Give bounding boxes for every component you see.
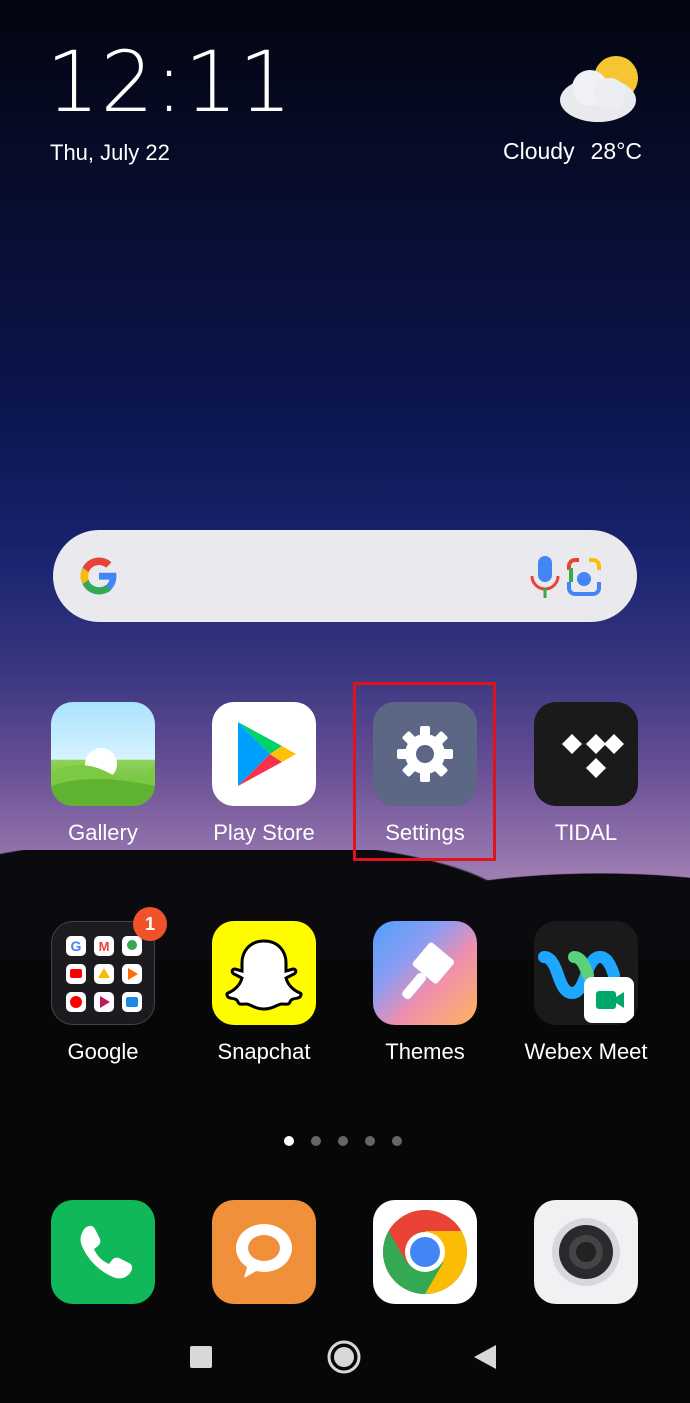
svg-text:G: G <box>71 938 82 954</box>
google-lens-icon[interactable] <box>561 554 607 600</box>
dock-messages[interactable] <box>194 1200 334 1304</box>
partly-cloudy-icon[interactable] <box>558 54 644 124</box>
home-button[interactable] <box>327 1340 361 1374</box>
app-label: Themes <box>385 1039 465 1064</box>
recents-button[interactable] <box>190 1346 212 1368</box>
app-play-store[interactable]: Play Store <box>194 702 334 846</box>
clock-time[interactable]: 12:11 <box>46 40 293 124</box>
app-label: Snapchat <box>217 1039 311 1064</box>
page-dot <box>392 1136 402 1146</box>
clock-date[interactable]: Thu, July 22 <box>50 140 170 166</box>
page-dot <box>311 1136 321 1146</box>
app-tidal[interactable]: TIDAL <box>516 702 656 846</box>
app-google-folder[interactable]: G M Google <box>33 921 173 1065</box>
messages-icon <box>212 1200 316 1304</box>
dock-camera[interactable] <box>516 1200 656 1304</box>
notification-badge: 1 <box>133 907 167 941</box>
google-g-icon <box>80 557 117 595</box>
camera-icon <box>534 1200 638 1304</box>
dock-chrome[interactable] <box>355 1200 495 1304</box>
settings-highlight-box <box>353 682 496 861</box>
app-label: Play Store <box>213 820 315 845</box>
play-store-icon <box>212 702 316 806</box>
app-webex-meet[interactable]: Webex Meet <box>516 921 656 1065</box>
weather-condition: Cloudy <box>503 138 575 164</box>
weather-temperature: 28°C <box>590 138 642 164</box>
page-dot <box>338 1136 348 1146</box>
page-dot <box>365 1136 375 1146</box>
app-gallery[interactable]: Gallery <box>33 702 173 846</box>
app-label: TIDAL <box>554 820 618 845</box>
app-label: Gallery <box>68 820 138 845</box>
chrome-icon <box>373 1200 477 1304</box>
app-label: Webex Meet <box>524 1039 648 1064</box>
navigation-bar <box>190 1340 496 1374</box>
tidal-icon <box>534 702 638 806</box>
app-label: Google <box>67 1039 139 1064</box>
microphone-icon[interactable] <box>527 554 563 600</box>
phone-icon <box>51 1200 155 1304</box>
back-button[interactable] <box>474 1345 496 1369</box>
dock-phone[interactable] <box>33 1200 173 1304</box>
webex-meet-icon <box>534 921 638 1025</box>
svg-text:M: M <box>99 939 110 954</box>
page-dot-active <box>284 1136 294 1146</box>
google-search-bar[interactable] <box>53 530 637 622</box>
app-themes[interactable]: Themes <box>355 921 495 1065</box>
app-snapchat[interactable]: Snapchat <box>194 921 334 1065</box>
snapchat-icon <box>212 921 316 1025</box>
gallery-icon <box>51 702 155 806</box>
page-indicator[interactable] <box>284 1136 402 1146</box>
weather-widget[interactable]: Cloudy 28°C <box>503 138 642 165</box>
themes-icon <box>373 921 477 1025</box>
